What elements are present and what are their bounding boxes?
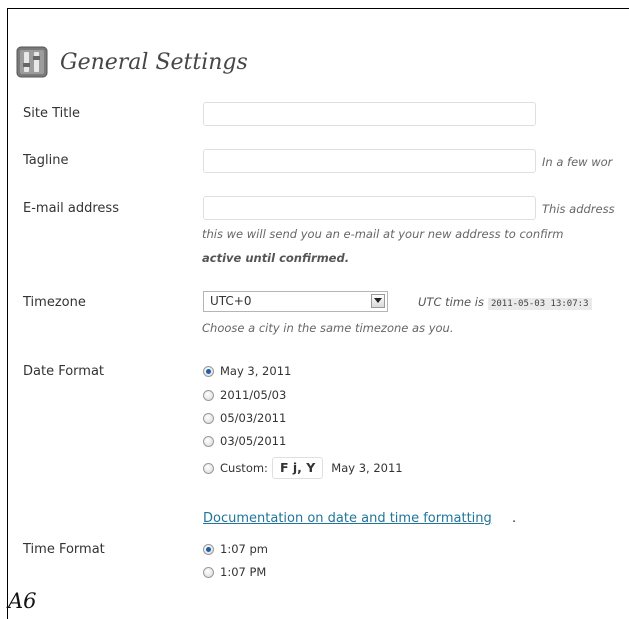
dropdown-arrow-icon[interactable] [371,294,385,308]
date-format-option-3[interactable]: 05/03/2011 [203,411,286,425]
date-format-option-label: 2011/05/03 [220,388,287,402]
date-format-option-label: 03/05/2011 [220,434,287,448]
custom-date-preview: May 3, 2011 [331,461,403,475]
radio-button[interactable] [203,389,214,401]
radio-button[interactable] [203,566,214,578]
timezone-selected-value: UTC+0 [210,294,252,308]
time-format-option-2[interactable]: 1:07 PM [203,565,266,579]
utc-time-label: UTC time is [418,295,484,309]
radio-button[interactable] [203,412,214,424]
date-format-option-label: 05/03/2011 [220,411,287,425]
utc-time-value: 2011-05-03 13:07:3 [487,298,592,310]
radio-button[interactable] [203,365,214,377]
tagline-input[interactable] [203,149,536,173]
custom-date-format-input[interactable]: F j, Y [271,457,324,479]
doc-link-text[interactable]: Documentation on date and time formattin… [203,511,492,526]
date-format-label: Date Format [23,364,105,379]
timezone-label: Timezone [23,295,86,310]
email-description-line3: active until confirmed. [202,251,350,265]
date-format-option-4[interactable]: 03/05/2011 [203,434,286,448]
radio-button[interactable] [203,435,214,447]
email-input[interactable] [203,196,536,220]
time-format-option-1[interactable]: 1:07 pm [203,542,268,556]
page-header: General Settings [16,45,248,79]
date-format-option-label: May 3, 2011 [220,364,292,378]
radio-button[interactable] [203,543,214,555]
figure-caption: A6 [8,589,37,613]
email-label: E-mail address [23,201,119,216]
time-format-label: Time Format [23,542,105,557]
date-time-documentation-link[interactable]: Documentation on date and time formattin… [203,511,492,526]
tagline-label: Tagline [23,153,69,168]
date-format-option-custom[interactable]: Custom: F j, Y May 3, 2011 [203,457,403,479]
radio-button[interactable] [203,462,214,474]
time-format-option-label: 1:07 PM [220,565,267,579]
page-title: General Settings [60,49,248,75]
doc-link-period: . [512,511,517,526]
page-frame-top [7,8,629,9]
settings-screen: General Settings Site Title Tagline In a… [8,25,629,587]
timezone-hint: Choose a city in the same timezone as yo… [202,321,454,335]
timezone-select[interactable]: UTC+0 [203,291,388,312]
email-description-line2: this we will send you an e-mail at your … [202,227,564,241]
date-format-option-1[interactable]: May 3, 2011 [203,364,291,378]
tagline-description: In a few wor [542,155,613,169]
utc-time-display: UTC time is 2011-05-03 13:07:3 [418,295,592,310]
site-title-input[interactable] [203,102,536,126]
custom-label: Custom: [220,461,268,475]
settings-icon [16,46,48,78]
date-format-option-2[interactable]: 2011/05/03 [203,388,286,402]
email-description: This address [542,202,615,216]
time-format-option-label: 1:07 pm [220,542,268,556]
site-title-label: Site Title [23,106,80,121]
